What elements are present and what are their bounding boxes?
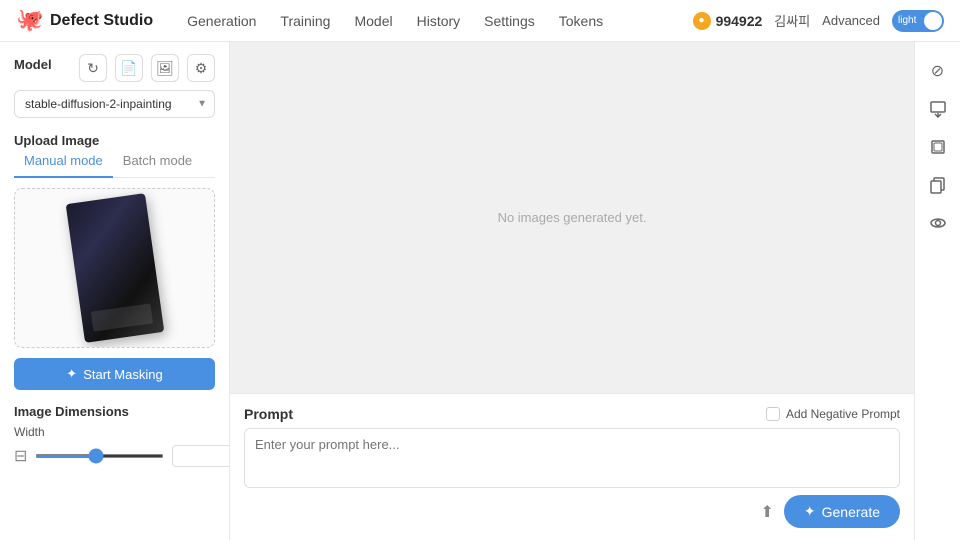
coin-amount: 994922: [716, 13, 763, 29]
toolbar-layers-button[interactable]: [921, 130, 955, 164]
model-refresh-button[interactable]: ↻: [79, 54, 107, 82]
model-settings-button[interactable]: ⚙: [187, 54, 215, 82]
generate-star-icon: ✦: [804, 503, 816, 520]
image-preview-box[interactable]: [14, 188, 215, 348]
tab-batch-mode[interactable]: Batch mode: [113, 148, 202, 177]
right-toolbar: ⊘: [914, 42, 960, 540]
advanced-button[interactable]: Advanced: [822, 13, 880, 28]
header: 🐙 Defect Studio Generation Training Mode…: [0, 0, 960, 42]
prompt-label: Prompt: [244, 406, 293, 422]
image-dimensions-section: Image Dimensions Width ⊟ 512: [14, 404, 215, 467]
model-section-title: Model: [14, 57, 52, 72]
nav-training[interactable]: Training: [278, 9, 332, 33]
toggle-knob: [924, 12, 942, 30]
theme-toggle[interactable]: light: [892, 10, 944, 32]
no-images-text: No images generated yet.: [498, 210, 647, 225]
toolbar-copy-button[interactable]: [921, 168, 955, 202]
nav-model[interactable]: Model: [352, 9, 394, 33]
image-dimensions-title: Image Dimensions: [14, 404, 215, 419]
nav-settings[interactable]: Settings: [482, 9, 537, 33]
slider-icon: ⊟: [14, 446, 27, 466]
nav-generation[interactable]: Generation: [185, 9, 258, 33]
generate-label: Generate: [822, 504, 880, 520]
generate-button[interactable]: ✦ Generate: [784, 495, 900, 528]
model-select-wrapper: stable-diffusion-2-inpaintingstable-diff…: [14, 90, 215, 118]
start-masking-label: Start Masking: [83, 367, 162, 382]
model-section: Model ↻ 📄 🖼 ⚙ stable-diffusion-2-inpaint…: [14, 54, 215, 118]
main-layout: Model ↻ 📄 🖼 ⚙ stable-diffusion-2-inpaint…: [0, 42, 960, 540]
canvas-area: No images generated yet.: [230, 42, 914, 393]
preview-image: [65, 193, 164, 343]
sidebar: Model ↻ 📄 🖼 ⚙ stable-diffusion-2-inpaint…: [0, 42, 230, 540]
toolbar-download-button[interactable]: [921, 92, 955, 126]
tab-manual-mode[interactable]: Manual mode: [14, 148, 113, 178]
model-select[interactable]: stable-diffusion-2-inpaintingstable-diff…: [14, 90, 215, 118]
model-icons: ↻ 📄 🖼 ⚙: [79, 54, 215, 82]
nav-tokens[interactable]: Tokens: [557, 9, 605, 33]
width-slider-row: ⊟ 512: [14, 445, 215, 467]
width-value-input[interactable]: 512: [172, 445, 230, 467]
coin-area: ● 994922: [693, 12, 763, 30]
main-nav: Generation Training Model History Settin…: [185, 9, 668, 33]
logo-icon: 🐙: [16, 7, 44, 35]
coin-icon: ●: [693, 12, 711, 30]
negative-prompt-toggle[interactable]: Add Negative Prompt: [766, 407, 900, 421]
prompt-share-icon[interactable]: ⬆: [760, 502, 773, 522]
negative-prompt-label: Add Negative Prompt: [786, 407, 900, 421]
nav-history[interactable]: History: [415, 9, 463, 33]
start-masking-button[interactable]: ✦ Start Masking: [14, 358, 215, 390]
negative-prompt-checkbox[interactable]: [766, 407, 780, 421]
model-file-button[interactable]: 📄: [115, 54, 143, 82]
toolbar-slash-button[interactable]: ⊘: [921, 54, 955, 88]
width-row: Width: [14, 425, 215, 439]
mode-tabs: Manual mode Batch mode: [14, 148, 215, 178]
bottom-panel: Prompt Add Negative Prompt ⬆ ✦ Generate: [230, 393, 914, 540]
logo-area: 🐙 Defect Studio: [16, 7, 153, 35]
toolbar-eye-button[interactable]: [921, 206, 955, 240]
user-name: 김싸피: [774, 11, 810, 30]
upload-section-title: Upload Image: [14, 133, 99, 148]
upload-image-section: Upload Image Manual mode Batch mode ✦ St…: [14, 132, 215, 390]
masking-icon: ✦: [66, 366, 77, 382]
app-title: Defect Studio: [50, 12, 153, 30]
toggle-label: light: [898, 15, 916, 26]
width-slider[interactable]: [35, 454, 164, 458]
prompt-footer: ⬆ ✦ Generate: [244, 495, 900, 528]
content-area: No images generated yet. Prompt Add Nega…: [230, 42, 960, 540]
prompt-textarea[interactable]: [244, 428, 900, 488]
model-image-button[interactable]: 🖼: [151, 54, 179, 82]
prompt-header: Prompt Add Negative Prompt: [244, 406, 900, 422]
header-right: ● 994922 김싸피 Advanced light: [693, 10, 944, 32]
width-label: Width: [14, 425, 45, 439]
